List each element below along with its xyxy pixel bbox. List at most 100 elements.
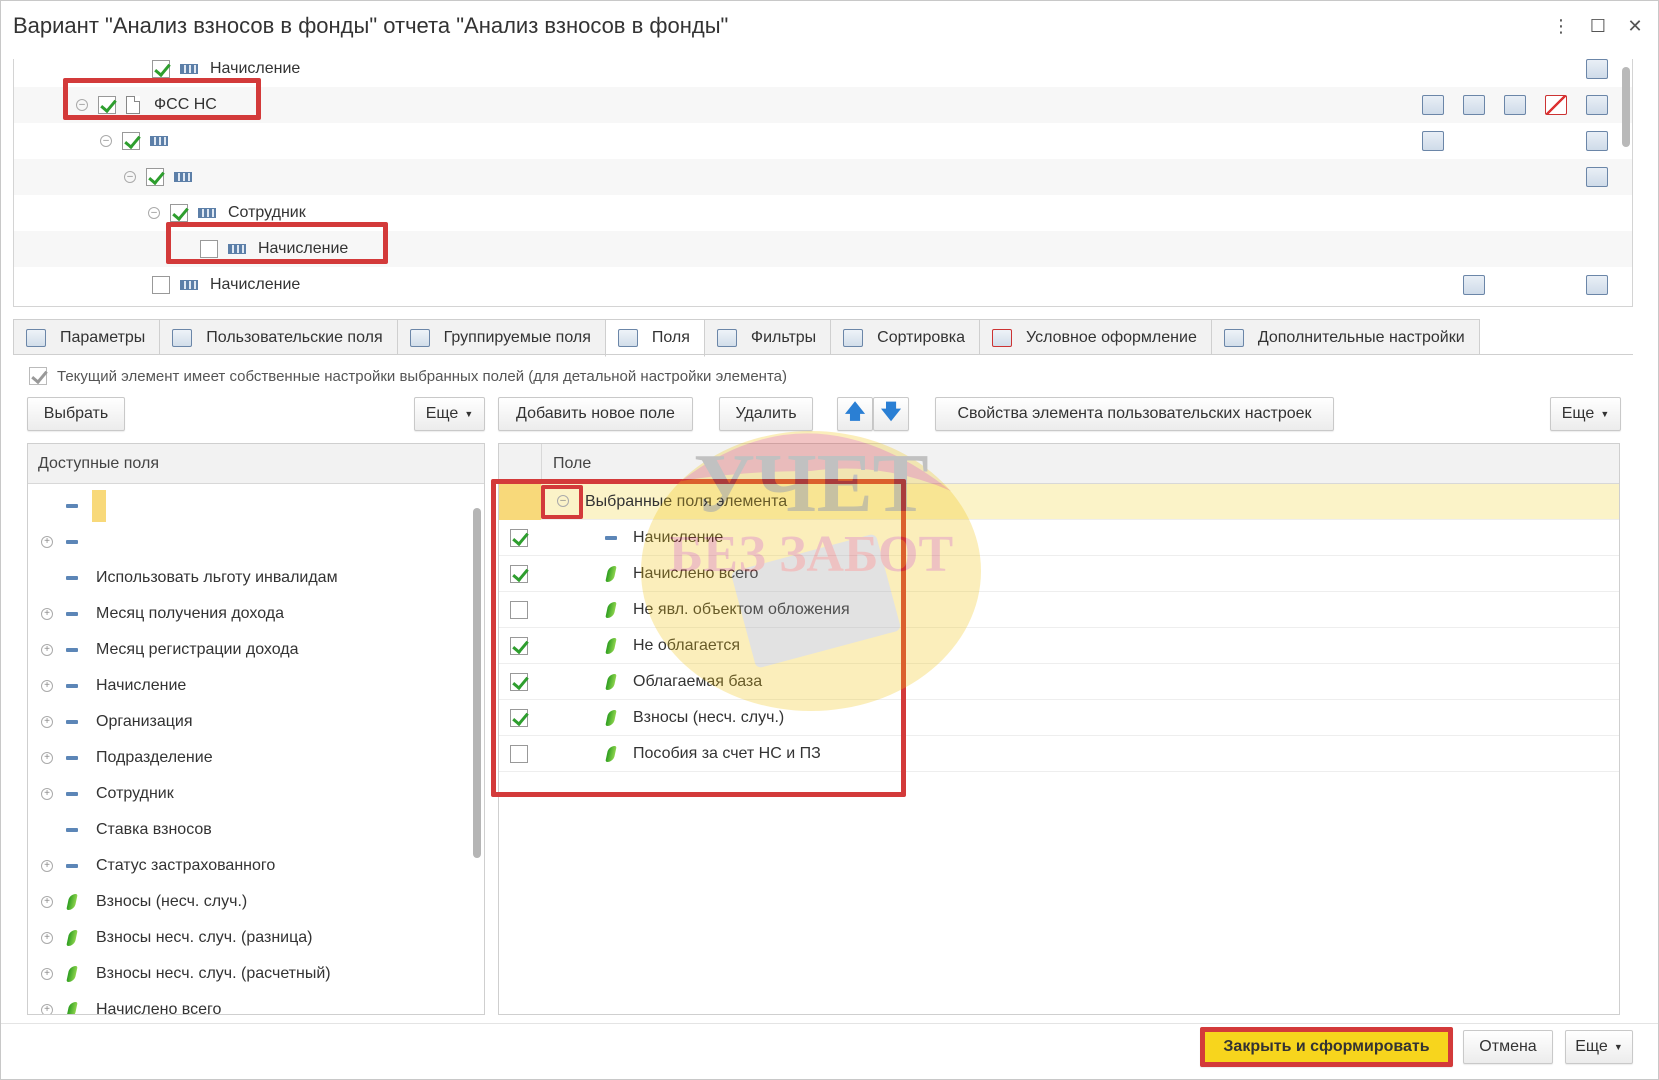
collapse-icon[interactable]: –	[557, 495, 569, 507]
conditional-format-icon[interactable]	[1545, 95, 1567, 115]
available-field-item[interactable]: Использовать льготу инвалидам	[28, 560, 468, 596]
select-button[interactable]: Выбрать	[27, 397, 125, 431]
settings-icon[interactable]	[1586, 167, 1608, 187]
tab-sorting[interactable]: Сортировка	[830, 319, 980, 355]
available-field-item[interactable]: + Месяц регистрации дохода	[28, 632, 468, 668]
available-field-item[interactable]: +	[28, 524, 468, 560]
checkbox[interactable]	[200, 240, 218, 258]
more-footer-button[interactable]: Еще ▼	[1565, 1030, 1633, 1064]
own-settings-checkbox[interactable]: Текущий элемент имеет собственные настро…	[29, 367, 787, 385]
tree-scrollbar[interactable]	[1622, 59, 1630, 306]
collapse-icon[interactable]: –	[124, 171, 136, 183]
available-field-item[interactable]: + Подразделение	[28, 740, 468, 776]
collapse-icon[interactable]: –	[148, 207, 160, 219]
tab-user-fields[interactable]: Пользовательские поля	[159, 319, 398, 355]
expand-icon[interactable]: +	[41, 608, 53, 620]
more-left-button[interactable]: Еще ▼	[414, 397, 485, 431]
sort-icon[interactable]	[1504, 95, 1526, 115]
expand-icon[interactable]: +	[41, 536, 53, 548]
element-properties-button[interactable]: Свойства элемента пользовательских настр…	[935, 397, 1334, 431]
field-checkbox[interactable]	[510, 744, 528, 763]
available-field-item[interactable]: + Организация	[28, 704, 468, 740]
selected-field-row[interactable]: Взносы (несч. случ.)	[499, 700, 1619, 736]
selected-fields-panel: Поле – Выбранные поля элемента Начислени…	[498, 443, 1620, 1015]
field-checkbox[interactable]	[510, 564, 528, 583]
tab-conditional-format[interactable]: Условное оформление	[978, 319, 1212, 355]
checkbox[interactable]	[122, 132, 140, 150]
selected-field-row[interactable]: Начислено всего	[499, 556, 1619, 592]
tab-parameters[interactable]: Параметры	[13, 319, 161, 355]
available-field-item[interactable]: + Взносы (несч. случ.)	[28, 884, 468, 920]
available-fields-scrollbar[interactable]	[472, 488, 482, 1012]
collapse-icon[interactable]: –	[100, 135, 112, 147]
delete-button[interactable]: Удалить	[719, 397, 813, 431]
tree-row[interactable]: Начисление	[14, 267, 1632, 303]
available-field-item[interactable]: + Сотрудник	[28, 776, 468, 812]
field-checkbox[interactable]	[510, 708, 528, 727]
expand-icon[interactable]: +	[41, 644, 53, 656]
available-field-item[interactable]: + Начисление	[28, 668, 468, 704]
expand-icon[interactable]: +	[41, 932, 53, 944]
fields-icon[interactable]	[1422, 131, 1444, 151]
tab-additional-settings[interactable]: Дополнительные настройки	[1210, 319, 1480, 355]
selected-field-row[interactable]: Начисление	[499, 520, 1619, 556]
field-checkbox[interactable]	[510, 636, 528, 655]
checkbox[interactable]	[146, 168, 164, 186]
filter-icon[interactable]	[1463, 275, 1485, 295]
available-field-item[interactable]: + Статус застрахованного	[28, 848, 468, 884]
field-checkbox[interactable]	[510, 600, 528, 619]
document-icon	[126, 96, 140, 114]
tree-row-accrual-unchecked[interactable]: Начисление	[14, 231, 1632, 267]
selected-field-row[interactable]: Пособия за счет НС и ПЗ	[499, 736, 1619, 772]
expand-icon[interactable]: +	[41, 752, 53, 764]
checkbox[interactable]	[29, 367, 47, 385]
close-icon[interactable]: ✕	[1624, 15, 1646, 37]
tree-row[interactable]: Начисление	[14, 59, 1632, 87]
selected-group-row[interactable]: – Выбранные поля элемента	[499, 484, 1619, 520]
filter-icon[interactable]	[1463, 95, 1485, 115]
expand-icon[interactable]: +	[41, 968, 53, 980]
settings-icon[interactable]	[1586, 275, 1608, 295]
maximize-icon[interactable]: ☐	[1587, 15, 1609, 37]
tree-row-employee[interactable]: – Сотрудник	[14, 195, 1632, 231]
available-field-item[interactable]: + Месяц получения дохода	[28, 596, 468, 632]
more-right-button[interactable]: Еще ▼	[1550, 397, 1621, 431]
add-new-field-button[interactable]: Добавить новое поле	[498, 397, 693, 431]
close-and-generate-button[interactable]: Закрыть и сформировать	[1200, 1027, 1453, 1067]
cancel-button[interactable]: Отмена	[1463, 1030, 1553, 1064]
settings-icon[interactable]	[1586, 95, 1608, 115]
expand-icon[interactable]: +	[41, 716, 53, 728]
expand-icon[interactable]: +	[41, 680, 53, 692]
expand-icon[interactable]: +	[41, 788, 53, 800]
checkbox[interactable]	[152, 60, 170, 78]
settings-icon[interactable]	[1586, 59, 1608, 79]
expand-icon[interactable]: +	[41, 896, 53, 908]
fields-icon[interactable]	[1422, 95, 1444, 115]
selected-field-row[interactable]: Не облагается	[499, 628, 1619, 664]
tree-row-fss-ns[interactable]: – ФСС НС	[14, 87, 1632, 123]
tab-filters[interactable]: Фильтры	[703, 319, 832, 355]
more-menu-icon[interactable]: ⋮	[1550, 15, 1572, 37]
expand-icon[interactable]: +	[41, 1004, 53, 1014]
move-up-icon[interactable]: 🡅	[837, 397, 873, 431]
available-field-item[interactable]: Ставка взносов	[28, 812, 468, 848]
move-down-icon[interactable]: 🡇	[873, 397, 909, 431]
checkbox[interactable]	[152, 276, 170, 294]
available-field-item[interactable]: + Взносы несч. случ. (разница)	[28, 920, 468, 956]
expand-icon[interactable]: +	[41, 860, 53, 872]
checkbox[interactable]	[98, 96, 116, 114]
available-field-item[interactable]	[28, 488, 468, 524]
available-field-item[interactable]: + Взносы несч. случ. (расчетный)	[28, 956, 468, 992]
field-checkbox[interactable]	[510, 528, 528, 547]
checkbox[interactable]	[170, 204, 188, 222]
available-field-item[interactable]: + Начислено всего	[28, 992, 468, 1014]
tab-grouping-fields[interactable]: Группируемые поля	[396, 319, 606, 355]
selected-field-row[interactable]: Не явл. объектом обложения	[499, 592, 1619, 628]
tree-row[interactable]: –	[14, 159, 1632, 195]
collapse-icon[interactable]: –	[76, 99, 88, 111]
tree-row[interactable]: –	[14, 123, 1632, 159]
field-checkbox[interactable]	[510, 672, 528, 691]
tab-fields[interactable]: Поля	[604, 319, 705, 357]
selected-field-row[interactable]: Облагаемая база	[499, 664, 1619, 700]
settings-icon[interactable]	[1586, 131, 1608, 151]
